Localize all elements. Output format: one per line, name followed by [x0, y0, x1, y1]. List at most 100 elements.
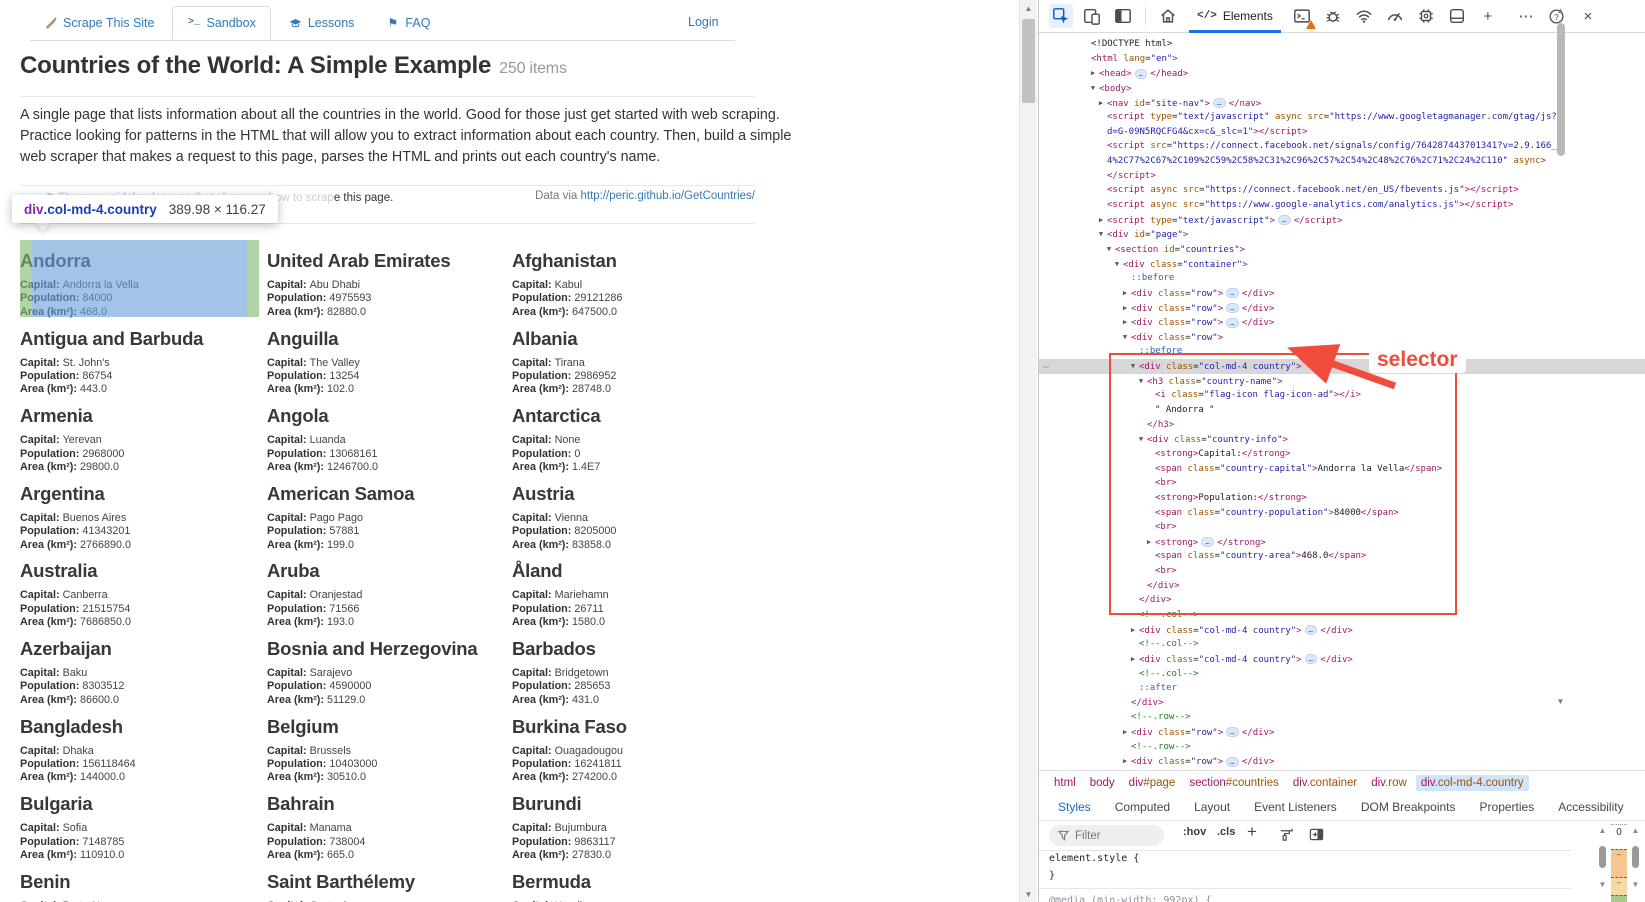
panel-tab-dom-breakpoints[interactable]: DOM Breakpoints	[1350, 794, 1467, 820]
expand-node-icon[interactable]: …	[1135, 69, 1148, 79]
code-token: Capital:	[1198, 449, 1241, 459]
expand-node-icon[interactable]: …	[1226, 727, 1239, 737]
expand-arrow-open-icon[interactable]: ▼	[1087, 81, 1099, 96]
expand-node-icon[interactable]: …	[1201, 537, 1214, 547]
more-options-icon[interactable]: ⋯	[1514, 4, 1538, 28]
expand-arrow-closed-icon[interactable]: ▶	[1119, 301, 1131, 316]
rendering-emulation-icon[interactable]	[1279, 827, 1294, 847]
expand-node-icon[interactable]: …	[1226, 303, 1239, 313]
expand-arrow-closed-icon[interactable]: ▶	[1119, 286, 1131, 301]
application-icon[interactable]	[1445, 4, 1469, 28]
breadcrumb-item[interactable]: section#countries	[1184, 775, 1284, 791]
panel-tab-styles[interactable]: Styles	[1047, 794, 1102, 820]
scroll-thumb[interactable]	[1632, 846, 1639, 868]
nav-item-scrape-this-site[interactable]: Scrape This Site	[30, 7, 168, 39]
dom-gutter-menu-icon[interactable]: …	[1043, 359, 1048, 374]
expand-arrow-closed-icon[interactable]: ▶	[1143, 535, 1155, 550]
expand-arrow-closed-icon[interactable]: ▶	[1095, 96, 1107, 111]
panel-tab-event-listeners[interactable]: Event Listeners	[1243, 794, 1348, 820]
code-token: </div>	[1147, 581, 1180, 591]
focus-dock-icon[interactable]	[1111, 4, 1135, 28]
country-area: Area (km²): 199.0	[267, 539, 512, 552]
expand-node-icon[interactable]: …	[1305, 625, 1318, 635]
breadcrumb-item[interactable]: body	[1085, 775, 1120, 791]
styles-filter-input[interactable]: Filter	[1049, 825, 1164, 846]
close-icon[interactable]: ×	[1576, 4, 1600, 28]
dom-scrollbar[interactable]: ▲ ▼	[1553, 2, 1568, 735]
breadcrumb-item[interactable]: div.container	[1288, 775, 1362, 791]
screenshot-root: Scrape This Site>_SandboxLessons⚑FAQ Log…	[0, 0, 1645, 902]
dom-tree-line[interactable]: <!--.row-->	[1039, 740, 1645, 755]
scroll-down-icon[interactable]: ▼	[1629, 880, 1642, 889]
expand-arrow-closed-icon[interactable]: ▶	[1119, 754, 1131, 769]
filter-placeholder: Filter	[1075, 830, 1101, 842]
panel-tab-layout[interactable]: Layout	[1183, 794, 1241, 820]
expand-arrow-closed-icon[interactable]: ▶	[1095, 213, 1107, 228]
expand-arrow-open-icon[interactable]: ▼	[1119, 330, 1131, 345]
toggle-hover-state-button[interactable]: :hov	[1183, 826, 1206, 838]
debugger-icon[interactable]	[1321, 4, 1345, 28]
expand-arrow-open-icon[interactable]: ▼	[1127, 359, 1139, 374]
new-style-rule-button[interactable]: +	[1247, 822, 1257, 842]
expand-arrow-open-icon[interactable]: ▼	[1103, 242, 1115, 257]
code-token: "country-name"	[1201, 377, 1277, 387]
scroll-up-icon[interactable]: ▲	[1629, 826, 1642, 835]
expand-arrow-open-icon[interactable]: ▼	[1135, 374, 1147, 389]
panel-tab-computed[interactable]: Computed	[1104, 794, 1181, 820]
expand-node-icon[interactable]: …	[1305, 654, 1318, 664]
performance-icon[interactable]	[1383, 4, 1407, 28]
memory-icon[interactable]	[1414, 4, 1438, 28]
breadcrumb-item[interactable]: div#page	[1124, 775, 1181, 791]
expand-arrow-closed-icon[interactable]: ▶	[1119, 315, 1131, 330]
scroll-up-icon[interactable]: ▲	[1020, 0, 1037, 16]
window-scrollbar[interactable]: ▲ ▼	[1629, 824, 1642, 902]
breadcrumb-item[interactable]: html	[1049, 775, 1081, 791]
expand-node-icon[interactable]: …	[1278, 215, 1291, 225]
page-scrollbar[interactable]: ▲ ▼	[1019, 0, 1037, 902]
network-icon[interactable]	[1352, 4, 1376, 28]
country-population: Population: 8205000	[512, 525, 757, 538]
scroll-thumb[interactable]	[1599, 846, 1606, 868]
expand-node-icon[interactable]: …	[1213, 98, 1226, 108]
expand-arrow-closed-icon[interactable]: ▶	[1127, 623, 1139, 638]
data-source-link[interactable]: http://peric.github.io/GetCountries/	[580, 190, 755, 202]
expand-arrow-closed-icon[interactable]: ▶	[1119, 725, 1131, 740]
tab-elements[interactable]: </> Elements	[1187, 0, 1283, 33]
scroll-up-icon[interactable]: ▲	[1553, 2, 1568, 18]
login-link[interactable]: Login	[688, 15, 719, 29]
country-capital: Capital: Bridgetown	[512, 667, 757, 680]
scroll-down-icon[interactable]: ▼	[1596, 880, 1609, 889]
divider	[20, 185, 755, 186]
expand-arrow-open-icon[interactable]: ▼	[1111, 257, 1123, 272]
panel-tab-properties[interactable]: Properties	[1469, 794, 1546, 820]
open-panel-icon[interactable]	[1309, 827, 1324, 847]
breadcrumb-item[interactable]: div.row	[1366, 775, 1412, 791]
country-card: AngolaCapital: LuandaPopulation: 1306816…	[267, 403, 512, 481]
scroll-down-icon[interactable]: ▼	[1553, 693, 1568, 709]
expand-node-icon[interactable]: …	[1226, 288, 1239, 298]
expand-node-icon[interactable]: …	[1226, 757, 1239, 767]
scroll-up-icon[interactable]: ▲	[1596, 826, 1609, 835]
element-style-rule[interactable]: element.style {	[1039, 850, 1571, 867]
expand-arrow-closed-icon[interactable]: ▶	[1087, 66, 1099, 81]
styles-scrollbar[interactable]: ▲ ▼	[1596, 824, 1609, 902]
scroll-down-icon[interactable]: ▼	[1020, 886, 1037, 902]
panel-tab-accessibility[interactable]: Accessibility	[1547, 794, 1634, 820]
add-tab-icon[interactable]: +	[1476, 4, 1500, 28]
nav-item-lessons[interactable]: Lessons	[275, 7, 369, 39]
expand-arrow-closed-icon[interactable]: ▶	[1127, 652, 1139, 667]
expand-arrow-open-icon[interactable]: ▼	[1095, 227, 1107, 242]
page-scroll-thumb[interactable]	[1022, 19, 1035, 103]
dom-tree-line[interactable]: ▶<div class="row">…</div>	[1039, 754, 1645, 769]
inspect-element-icon[interactable]	[1049, 4, 1073, 28]
device-emulation-icon[interactable]	[1080, 4, 1104, 28]
expand-arrow-open-icon[interactable]: ▼	[1135, 432, 1147, 447]
expand-node-icon[interactable]: …	[1226, 318, 1239, 328]
nav-item-sandbox[interactable]: >_Sandbox	[172, 6, 270, 40]
home-icon[interactable]	[1156, 4, 1180, 28]
dom-scroll-thumb[interactable]	[1557, 23, 1565, 156]
nav-item-faq[interactable]: ⚑FAQ	[372, 7, 444, 39]
toggle-classes-button[interactable]: .cls	[1217, 826, 1235, 838]
breadcrumb-item[interactable]: div.col-md-4.country	[1416, 775, 1529, 791]
console-icon[interactable]	[1290, 4, 1314, 28]
